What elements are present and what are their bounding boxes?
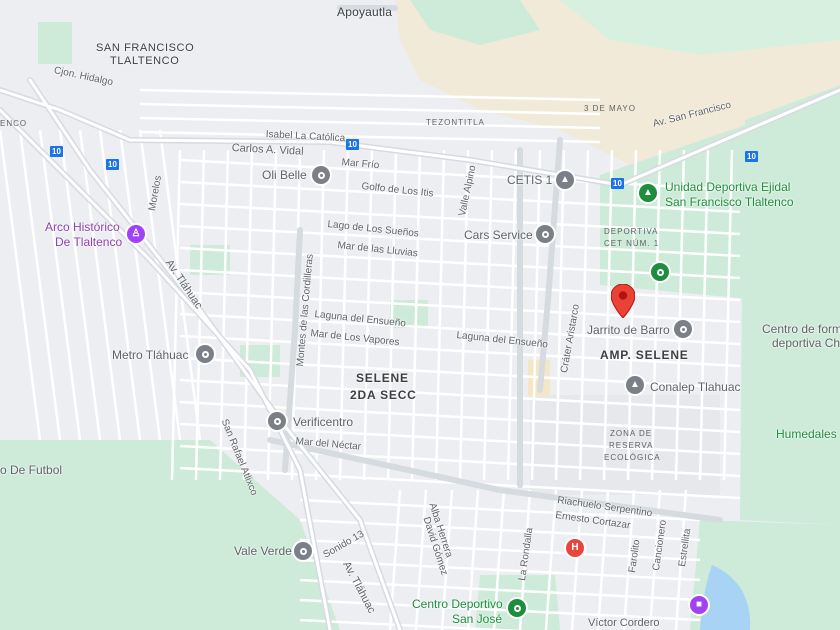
arterial-roads — [0, 5, 840, 630]
route-shield-10-d: 10 — [611, 178, 624, 189]
route-shield-10-a: 10 — [346, 139, 359, 150]
map-canvas[interactable]: Apoyautla SAN FRANCISCO TLALTENCO SELENE… — [0, 0, 840, 630]
area-label-apoyautla: Apoyautla — [337, 5, 393, 19]
area-label-amp-selene: AMP. SELENE — [600, 348, 689, 362]
map-poi-icon[interactable] — [674, 320, 692, 338]
poi-label-verificentro[interactable]: Verificentro — [293, 416, 353, 428]
area-label-tlaltenco: TLALTENCO — [110, 55, 180, 67]
park-icon[interactable] — [651, 263, 669, 281]
route-shield-10-b: 10 — [106, 159, 119, 170]
poi-label-victor-cordero[interactable]: Víctor Cordero — [588, 618, 660, 629]
area-label-ecologica: ECOLÓGICA — [604, 453, 661, 462]
poi-label-metro-tlahuac[interactable]: Metro Tláhuac — [112, 349, 188, 361]
poi-label-unidad-deportiva[interactable]: Unidad Deportiva Ejidal — [665, 181, 790, 193]
area-label-selene: SELENE — [356, 371, 409, 385]
poi-label-cetis-1[interactable]: CETIS 1 — [507, 174, 552, 186]
poi-label-conalep-tlahuac[interactable]: Conalep Tlahuac — [650, 381, 741, 393]
route-shield-10-c: 10 — [50, 146, 63, 157]
map-poi-icon[interactable] — [196, 345, 214, 363]
area-label-zona-de: ZONA DE — [610, 429, 653, 438]
location-pin-icon[interactable] — [611, 284, 635, 318]
park-icon[interactable]: ▲ — [639, 184, 657, 202]
landmark-icon[interactable]: ♙ — [127, 225, 145, 243]
poi-label-futbol[interactable]: o De Futbol — [0, 464, 62, 476]
poi-label-cars-service[interactable]: Cars Service — [464, 229, 533, 241]
poi-label-de-tlaltenco[interactable]: De Tlaltenco — [55, 236, 122, 248]
area-label-reserva: RESERVA — [609, 441, 654, 450]
poi-label-oli-belle[interactable]: Oli Belle — [262, 169, 307, 181]
road-network — [0, 5, 840, 630]
hospital-icon[interactable]: H — [566, 539, 584, 557]
poi-label-san-jose[interactable]: San José — [452, 613, 502, 625]
poi-label-jarrito-de-barro[interactable]: Jarrito de Barro — [587, 324, 670, 336]
map-poi-icon[interactable] — [312, 166, 330, 184]
park-icon[interactable] — [508, 599, 526, 617]
school-icon[interactable]: ▲ — [556, 171, 574, 189]
area-label-san-francisco: SAN FRANCISCO — [96, 42, 195, 54]
map-poi-icon[interactable] — [268, 412, 286, 430]
poi-label-centro-formacion[interactable]: Centro de form — [762, 323, 840, 335]
poi-label-vale-verde[interactable]: Vale Verde — [234, 545, 292, 557]
poi-label-san-francisco-tlaltenco[interactable]: San Francisco Tlaltenco — [665, 196, 794, 208]
landmark-icon[interactable]: ■ — [690, 596, 708, 614]
school-icon[interactable]: ▲ — [626, 376, 644, 394]
poi-label-humedales[interactable]: Humedales — [776, 428, 837, 440]
poi-label-centro-deportivo[interactable]: Centro Deportivo — [412, 598, 503, 610]
poi-label-arco-historico[interactable]: Arco Histórico — [45, 221, 120, 233]
area-label-deportiva: DEPORTIVA — [604, 227, 659, 236]
map-poi-icon[interactable] — [294, 542, 312, 560]
area-label-tezontitla: TEZONTITLA — [426, 118, 485, 127]
area-label-enco: ENCO — [0, 119, 28, 128]
route-shield-10-e: 10 — [745, 151, 758, 162]
map-poi-icon[interactable] — [536, 225, 554, 243]
area-label-cet: CET NÚM. 1 — [604, 239, 660, 248]
street-label-3-de-mayo: 3 DE MAYO — [584, 104, 636, 113]
poi-label-deportiva-ch[interactable]: deportiva Ch — [772, 337, 840, 349]
area-label-2da-secc: 2DA SECC — [350, 388, 417, 402]
